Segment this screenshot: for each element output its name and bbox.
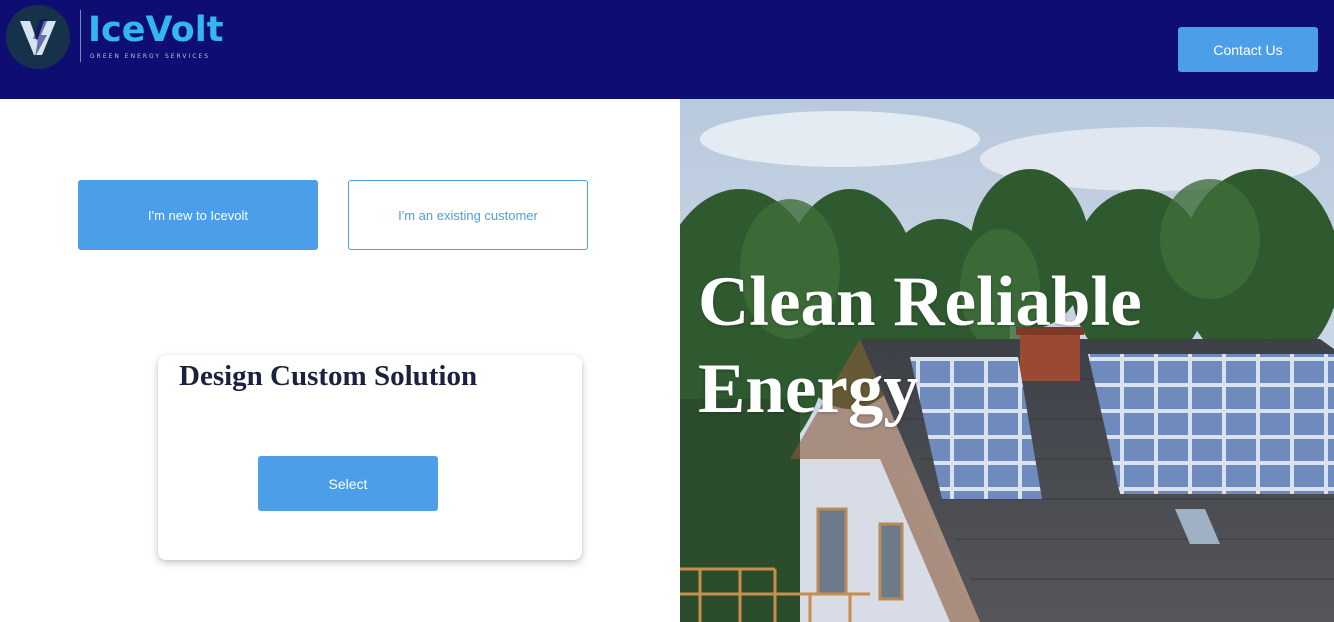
new-customer-button[interactable]: I'm new to Icevolt bbox=[78, 180, 318, 250]
hero-image: Clean Reliable Energy bbox=[680, 99, 1334, 622]
custom-solution-card: Design Custom Solution Select bbox=[158, 355, 582, 560]
site-header: IceVolt GREEN ENERGY SERVICES Contact Us bbox=[0, 0, 1334, 99]
card-title: Design Custom Solution bbox=[179, 360, 478, 392]
select-button[interactable]: Select bbox=[258, 456, 438, 511]
logo-divider bbox=[80, 10, 81, 62]
hero-headline-line2: Energy bbox=[698, 350, 919, 428]
logo-wordmark[interactable]: IceVolt bbox=[88, 8, 223, 52]
logo-tagline: GREEN ENERGY SERVICES bbox=[90, 53, 211, 60]
existing-customer-button[interactable]: I'm an existing customer bbox=[348, 180, 588, 250]
logo-emblem-icon[interactable] bbox=[6, 5, 70, 69]
contact-us-button[interactable]: Contact Us bbox=[1178, 27, 1318, 72]
hero-headline: Clean Reliable Energy bbox=[698, 259, 1142, 433]
hero-headline-line1: Clean Reliable bbox=[698, 263, 1142, 341]
